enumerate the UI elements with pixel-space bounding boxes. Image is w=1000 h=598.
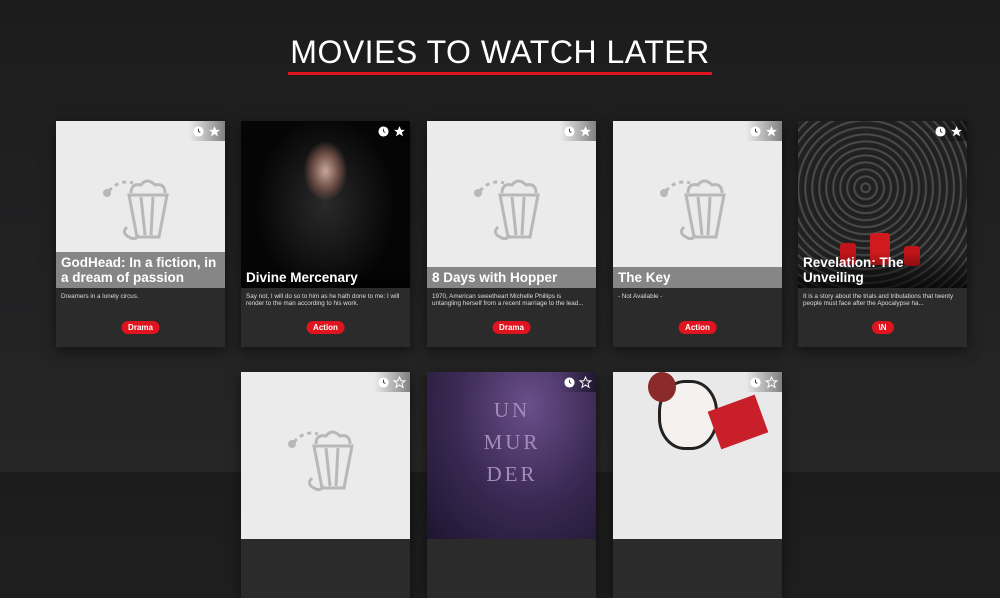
genre-badge[interactable]: \N (871, 321, 894, 334)
movie-poster[interactable]: UN MUR DER (427, 372, 596, 539)
poster-text: UN MUR DER (483, 398, 541, 486)
movie-description: 1970, American sweetheart Michelle Phill… (432, 293, 584, 308)
movie-card[interactable] (613, 372, 782, 598)
poster-image (241, 121, 410, 288)
watch-later-clock-icon[interactable] (378, 376, 389, 388)
movie-card[interactable]: Divine Mercenary Say not, I will do so to… (241, 121, 410, 347)
movie-title[interactable]: Revelation: The Unveiling (798, 252, 967, 288)
favorite-star-icon[interactable] (765, 125, 778, 138)
movie-poster[interactable] (613, 372, 782, 539)
movie-card[interactable]: UN MUR DER (427, 372, 596, 598)
poster-image (613, 372, 782, 539)
watch-later-clock-icon[interactable] (378, 125, 389, 137)
watch-later-clock-icon[interactable] (750, 125, 761, 137)
genre-badge[interactable]: Action (306, 321, 345, 334)
watch-later-clock-icon[interactable] (564, 376, 575, 388)
favorite-star-icon[interactable] (208, 125, 221, 138)
genre-badge[interactable]: Drama (492, 321, 531, 334)
movie-description: Dreamers in a lonely circus. (61, 293, 139, 300)
movie-description: Say not, I will do so to him as he hath … (246, 293, 400, 308)
movie-poster[interactable]: GodHead: In a fiction, in a dream of pas… (56, 121, 225, 288)
favorite-star-icon[interactable] (765, 375, 778, 389)
card-actions (374, 372, 410, 392)
movie-card[interactable]: 8 Days with Hopper 1970, American sweethe… (427, 121, 596, 347)
movie-description: - Not Available - (618, 293, 663, 300)
card-actions (746, 121, 782, 141)
card-actions (746, 372, 782, 392)
watch-later-clock-icon[interactable] (564, 125, 575, 137)
favorite-star-icon[interactable] (393, 125, 406, 138)
movie-poster[interactable]: The Key (613, 121, 782, 288)
movie-poster[interactable] (241, 372, 410, 539)
page-header: MOVIES TO WATCH LATER (0, 36, 1000, 75)
page-title: MOVIES TO WATCH LATER (288, 36, 712, 75)
movie-poster[interactable]: Revelation: The Unveiling (798, 121, 967, 288)
watch-later-clock-icon[interactable] (193, 125, 204, 137)
card-actions (374, 121, 410, 141)
favorite-star-icon[interactable] (579, 125, 592, 138)
movie-card[interactable]: GodHead: In a fiction, in a dream of pas… (56, 121, 225, 347)
genre-badge[interactable]: Drama (121, 321, 160, 334)
movie-title[interactable]: Divine Mercenary (241, 267, 410, 288)
watch-later-clock-icon[interactable] (935, 125, 946, 137)
popcorn-placeholder-icon (103, 179, 169, 241)
popcorn-placeholder-icon (474, 179, 540, 241)
movie-description: It is a story about the trials and tribu… (803, 293, 954, 308)
card-actions (560, 372, 596, 392)
watch-later-clock-icon[interactable] (750, 376, 761, 388)
card-actions (560, 121, 596, 141)
movie-poster[interactable]: Divine Mercenary (241, 121, 410, 288)
movie-card[interactable] (241, 372, 410, 598)
movie-card[interactable]: The Key - Not Available - Action (613, 121, 782, 347)
movie-poster[interactable]: 8 Days with Hopper (427, 121, 596, 288)
favorite-star-icon[interactable] (393, 375, 406, 389)
movie-card[interactable]: Revelation: The Unveiling It is a story a… (798, 121, 967, 347)
favorite-star-icon[interactable] (579, 375, 592, 389)
movie-title[interactable]: The Key (613, 267, 782, 288)
favorite-star-icon[interactable] (950, 125, 963, 138)
movie-title[interactable]: GodHead: In a fiction, in a dream of pas… (56, 252, 225, 288)
card-actions (931, 121, 967, 141)
popcorn-placeholder-icon (288, 430, 354, 492)
popcorn-placeholder-icon (660, 179, 726, 241)
card-actions (189, 121, 225, 141)
movie-title[interactable]: 8 Days with Hopper (427, 267, 596, 288)
genre-badge[interactable]: Action (678, 321, 717, 334)
